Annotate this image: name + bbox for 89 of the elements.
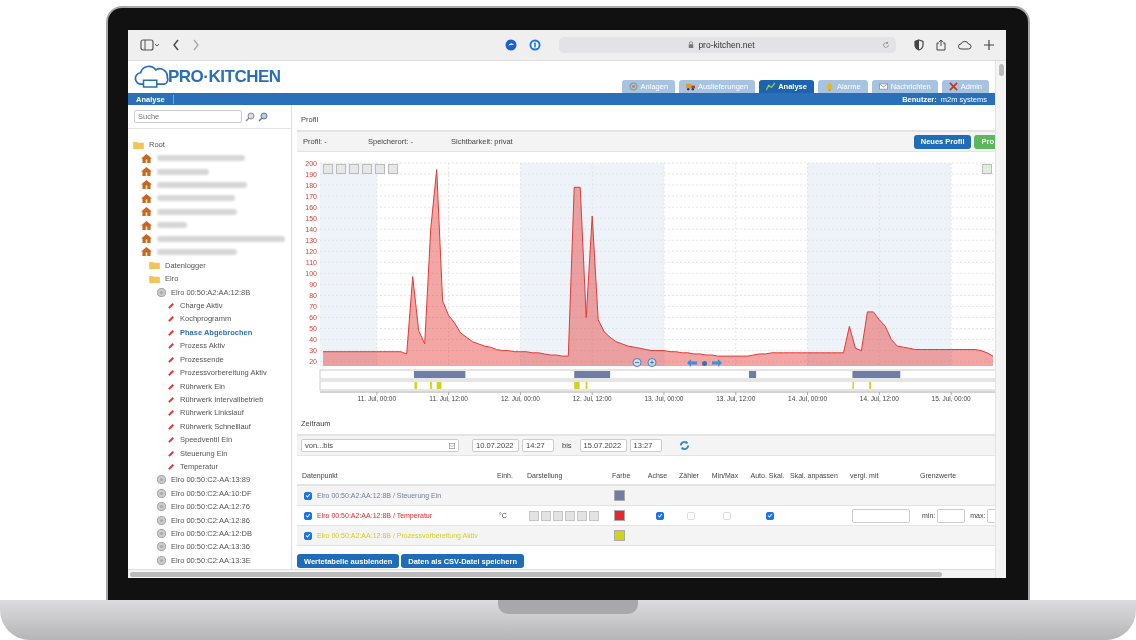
checkbox[interactable]	[765, 511, 774, 520]
folder-icon	[133, 140, 144, 149]
pin-icon	[168, 342, 175, 350]
pin-icon	[168, 355, 175, 363]
pan-right-icon[interactable]	[712, 359, 722, 367]
folder-icon	[149, 261, 160, 270]
back-icon[interactable]	[172, 39, 180, 51]
state-segment	[585, 382, 588, 389]
house-icon	[141, 207, 152, 217]
color-swatch[interactable]	[614, 510, 625, 521]
display-mode-icon[interactable]	[529, 510, 539, 521]
logo-text: PRO·KITCHEN	[168, 67, 281, 87]
state-segment	[414, 382, 417, 389]
address-bar[interactable]: pro-kitchen.net	[559, 37, 896, 53]
vertical-scrollbar[interactable]	[995, 61, 1006, 578]
folder-icon	[149, 274, 160, 283]
checkbox[interactable]	[304, 531, 312, 540]
display-mode-icon[interactable]	[565, 510, 575, 521]
redacted-label[interactable]	[157, 181, 247, 188]
user-search-icon[interactable]	[258, 111, 268, 122]
house-icon	[141, 193, 152, 203]
redacted-label[interactable]	[157, 168, 209, 175]
color-swatch[interactable]	[614, 490, 625, 501]
pan-left-icon[interactable]	[687, 359, 697, 367]
chart-icon	[766, 82, 776, 91]
checkbox[interactable]	[655, 511, 664, 520]
pin-icon	[168, 462, 175, 470]
share-icon[interactable]	[936, 39, 946, 51]
sidebar-icon[interactable]	[140, 39, 160, 51]
redacted-label[interactable]	[157, 195, 235, 202]
state-segment	[852, 371, 901, 378]
new-tab-icon[interactable]	[984, 40, 994, 50]
display-mode-icon[interactable]	[553, 510, 563, 521]
horizontal-scrollbar[interactable]	[128, 569, 995, 578]
extension-icon[interactable]	[505, 39, 517, 51]
url-text: pro-kitchen.net	[698, 40, 755, 50]
house-icon	[141, 220, 152, 230]
pin-icon	[168, 449, 175, 457]
pin-icon	[168, 302, 175, 310]
redacted-label[interactable]	[157, 235, 285, 242]
zoom-in-icon[interactable]	[647, 358, 657, 368]
compare-select[interactable]	[852, 508, 910, 523]
state-segment	[574, 371, 611, 378]
house-icon	[141, 167, 152, 176]
pin-icon	[168, 369, 175, 377]
pin-icon	[168, 328, 175, 336]
forward-icon[interactable]	[192, 39, 200, 51]
min-field[interactable]	[937, 508, 966, 523]
display-mode-icon[interactable]	[541, 510, 551, 521]
reset-dot-icon[interactable]	[702, 360, 707, 366]
color-swatch[interactable]	[614, 530, 625, 541]
display-mode-icon[interactable]	[577, 510, 587, 521]
redacted-label[interactable]	[157, 222, 187, 229]
dropdown-icon	[449, 442, 455, 449]
checkbox[interactable]	[304, 491, 312, 500]
redacted-label[interactable]	[157, 208, 237, 215]
display-mode-icon[interactable]	[589, 510, 599, 521]
shield-icon[interactable]	[914, 39, 924, 51]
checkbox[interactable]	[304, 511, 312, 520]
house-icon	[141, 153, 152, 163]
redacted-label[interactable]	[157, 248, 237, 255]
pin-icon	[168, 436, 175, 444]
state-segment	[413, 371, 466, 378]
house-icon	[141, 234, 152, 244]
truck-icon	[686, 82, 696, 91]
house-icon	[141, 180, 152, 190]
export-icon[interactable]	[982, 164, 992, 174]
state-segment	[574, 382, 580, 389]
pin-icon	[168, 422, 175, 430]
gear-icon	[628, 82, 638, 91]
pin-icon	[168, 409, 175, 417]
redacted-label[interactable]	[157, 155, 245, 162]
refresh-icon[interactable]	[678, 440, 690, 451]
reload-icon[interactable]	[882, 41, 890, 49]
zoom-out-icon[interactable]	[632, 358, 642, 368]
pin-icon	[168, 315, 175, 323]
lock-icon	[688, 41, 695, 49]
bell-icon	[824, 82, 834, 91]
house-icon	[141, 247, 152, 257]
pin-icon	[168, 395, 175, 403]
cloud-icon[interactable]	[958, 40, 972, 50]
password-icon[interactable]	[529, 39, 541, 51]
pin-icon	[168, 382, 175, 390]
envelope-icon	[878, 82, 888, 91]
state-segment	[748, 371, 757, 378]
gear-icon	[157, 287, 166, 297]
search-icon[interactable]	[245, 111, 255, 122]
tools-icon	[948, 82, 958, 91]
state-segment	[436, 382, 442, 389]
